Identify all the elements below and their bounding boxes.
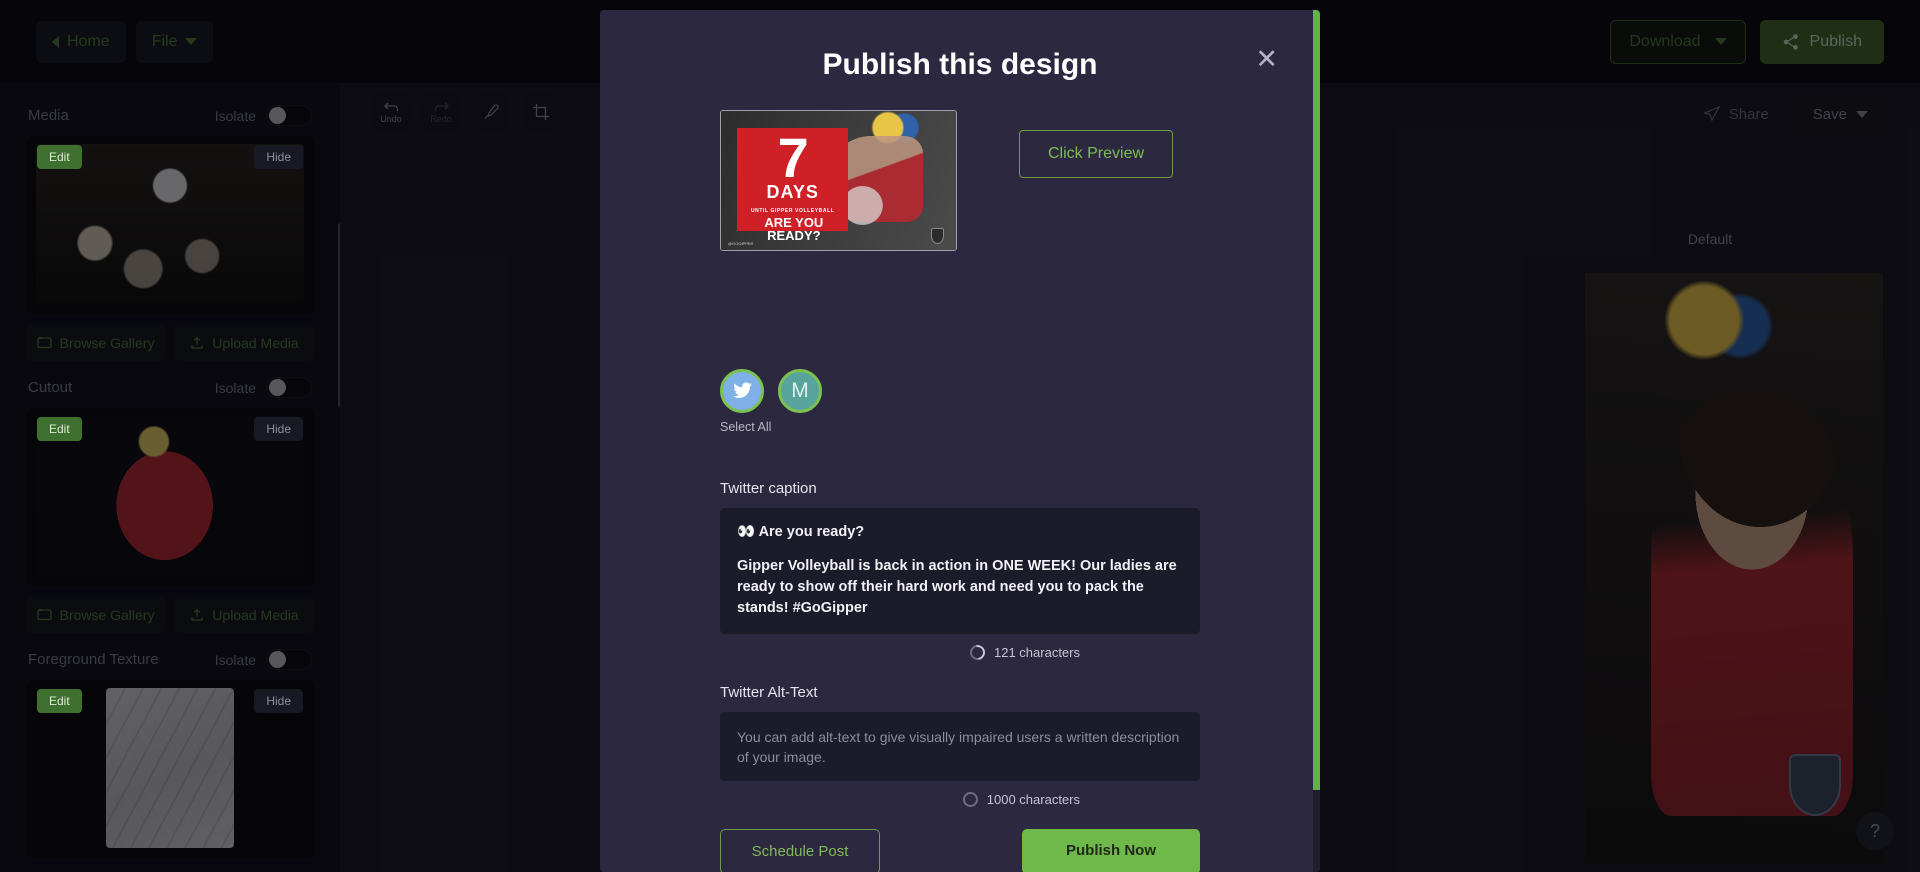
close-icon[interactable]: ✕ [1255,46,1278,73]
thumbnail-headline: ARE YOU READY? [742,216,845,243]
caption-body-text: Gipper Volleyball is back in action in O… [737,556,1183,619]
headline-line-2: READY? [742,229,845,243]
twitter-alt-text-input[interactable]: You can add alt-text to give visually im… [720,712,1200,781]
modal-title: Publish this design [600,48,1320,82]
modal-scrollbar-track[interactable] [1313,10,1320,872]
twitter-caption-label: Twitter caption [600,480,1320,497]
hide-button[interactable]: Hide [254,145,303,169]
publish-modal: Publish this design ✕ 7 DAYS UNTIL GIPPE… [600,10,1320,872]
thumbnail-watermark: @GOGIPPER [728,241,753,246]
mailchimp-icon: M [791,379,809,403]
twitter-alt-text-label: Twitter Alt-Text [600,684,1320,701]
hide-button[interactable]: Hide [254,689,303,713]
app-root: Home File Download Publish [0,0,1920,872]
empty-ring-icon [963,792,978,807]
headline-line-1: ARE YOU [742,216,845,230]
modal-scrollbar-thumb[interactable] [1313,10,1320,790]
countdown-unit: DAYS [766,182,818,203]
channel-mailchimp[interactable]: M [778,369,822,413]
edit-button[interactable]: Edit [37,145,82,169]
alt-text-counter-row: 1000 characters [600,792,1200,807]
alt-text-counter-text: 1000 characters [987,792,1080,807]
click-preview-button[interactable]: Click Preview [1019,130,1173,178]
channel-selector: M [600,251,1320,413]
alt-text-placeholder: You can add alt-text to give visually im… [737,727,1183,768]
hide-button[interactable]: Hide [254,417,303,441]
caption-counter-row: 121 characters [600,645,1200,660]
edit-button[interactable]: Edit [37,417,82,441]
twitter-caption-input[interactable]: 👀 Are you ready? Gipper Volleyball is ba… [720,508,1200,634]
progress-ring-icon [967,642,988,663]
twitter-bird-icon [732,382,753,400]
design-thumbnail[interactable]: 7 DAYS UNTIL GIPPER VOLLEYBALL ARE YOU R… [720,110,957,251]
preview-row: 7 DAYS UNTIL GIPPER VOLLEYBALL ARE YOU R… [600,82,1320,251]
caption-counter-text: 121 characters [994,645,1080,660]
caption-first-line: 👀 Are you ready? [737,523,1183,540]
publish-now-button[interactable]: Publish Now [1022,829,1200,872]
caption-line1-text: Are you ready? [759,524,865,540]
schedule-post-button[interactable]: Schedule Post [720,829,880,872]
modal-footer: Schedule Post Publish Now [600,807,1320,872]
eyes-emoji-icon: 👀 [737,524,755,540]
countdown-subline: UNTIL GIPPER VOLLEYBALL [751,208,834,214]
countdown-number: 7 [778,131,808,184]
channel-twitter[interactable] [720,369,764,413]
select-all-link[interactable]: Select All [600,420,1320,434]
edit-button[interactable]: Edit [37,689,82,713]
